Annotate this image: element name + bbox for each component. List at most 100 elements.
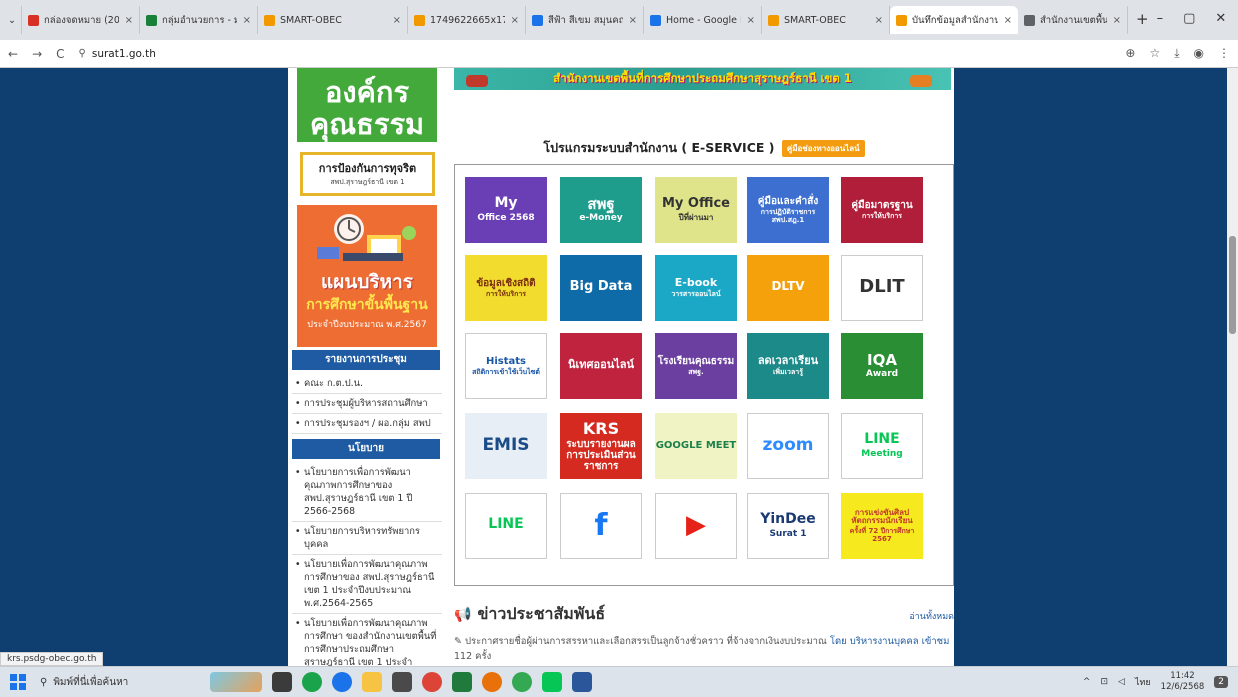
chat-icon[interactable] [302,672,322,692]
scrollbar-thumb[interactable] [1229,236,1236,334]
close-window-button[interactable]: ✕ [1215,6,1226,32]
widget-icon[interactable] [210,672,262,692]
minimize-button[interactable]: – [1157,6,1164,32]
tray-arrow-icon[interactable]: ^ [1083,677,1091,687]
list-item[interactable]: การประชุมรองฯ / ผอ.กลุ่ม สพป [292,414,442,434]
language-indicator[interactable]: ไทย [1135,675,1151,689]
browser-tab[interactable]: กล่องจดหมาย (208) - × [22,6,140,34]
zoom-icon[interactable]: ⊕ [1125,46,1135,61]
list-item[interactable]: นโยบายเพื่อการพัฒนาคุณภาพการศึกษา ของสำน… [292,614,442,666]
policy-list: นโยบายการเพื่อการพัฒนาคุณภาพการศึกษาของ … [292,463,442,666]
tile-dltv[interactable]: DLTV [747,255,829,321]
tab-close-icon[interactable]: × [1107,15,1121,26]
tile-big-data[interactable]: Big Data [560,255,642,321]
plan-line3: ประจำปีงบประมาณ พ.ศ.2567 [307,320,427,330]
anti-corruption-banner[interactable]: การป้องกันการทุจริต สพป.สุราษฎร์ธานี เขต… [300,152,435,196]
tab-close-icon[interactable]: × [505,15,519,26]
browser-tab[interactable]: กลุ่มอำนวยการ - มูลกา× [140,6,258,34]
line-app-icon[interactable] [542,672,562,692]
browser-tab[interactable]: บันทึกข้อมูลสำนักงาน × [890,6,1018,34]
file-explorer-icon[interactable] [362,672,382,692]
tile-sublabel: สพฐ. [688,367,704,376]
clock[interactable]: 11:42 12/6/2568 [1161,671,1205,693]
browser-tab[interactable]: 1749622665x176728× [408,6,526,34]
forward-icon[interactable]: → [32,47,42,61]
tile-histats[interactable]: Histats สถิติการเข้าใช้เว็บไซต์ [465,333,547,399]
tab-close-icon[interactable]: × [387,15,401,26]
tab-close-icon[interactable]: × [119,15,133,26]
list-item[interactable]: การประชุมผู้บริหารสถานศึกษา [292,394,442,414]
tile-manual-orders[interactable]: คู่มือและคำสั่ง การปฏิบัติราชการ สพป.สฎ.1 [747,177,829,243]
tab-list-button[interactable]: ⌄ [4,6,22,34]
reload-icon[interactable]: C [56,47,64,61]
tab-close-icon[interactable]: × [237,15,251,26]
browser-tab[interactable]: Home - Google Drive× [644,6,762,34]
tile-youtube[interactable]: ▶ [655,493,737,559]
menu-icon[interactable]: ⋮ [1218,46,1230,61]
eservice-title: โปรแกรมระบบสำนักงาน ( E-SERVICE ) [543,140,775,155]
word-icon[interactable] [572,672,592,692]
tile-facebook[interactable]: f [560,493,642,559]
tile-service-statistics[interactable]: ข้อมูลเชิงสถิติ การให้บริการ [465,255,547,321]
mail-icon[interactable] [392,672,412,692]
news-item[interactable]: ✎ ประกาศรายชื่อผู้ผ่านการสรรหาและเลือกสร… [454,634,954,664]
tile-line[interactable]: LINE [465,493,547,559]
maximize-button[interactable]: ▢ [1183,6,1195,32]
new-tab-button[interactable]: + [1128,6,1157,32]
tab-close-icon[interactable]: × [741,15,755,26]
tile-emis[interactable]: EMIS [465,413,547,479]
network-icon[interactable]: ⊡ [1100,677,1108,687]
tile-krs[interactable]: KRS ระบบรายงานผลการประเมินส่วนราชการ [560,413,642,479]
tile-moral-school[interactable]: โรงเรียนคุณธรรม สพฐ. [655,333,737,399]
excel-icon[interactable] [452,672,472,692]
tile-iqa-award[interactable]: IQA Award [841,333,923,399]
tile-zoom[interactable]: zoom [747,413,829,479]
tile-my-office-past[interactable]: My Office ปีที่ผ่านมา [655,177,737,243]
site-info-icon[interactable]: ⚲ [79,48,86,59]
bookmark-star-icon[interactable]: ☆ [1149,46,1160,61]
list-item[interactable]: นโยบายการบริหารทรัพยากรบุคคล [292,522,442,555]
back-icon[interactable]: ← [8,47,18,61]
tile-online-supervision[interactable]: นิเทศออนไลน์ [560,333,642,399]
tab-close-icon[interactable]: × [869,15,883,26]
taskbar-search[interactable]: ⚲ พิมพ์ที่นี่เพื่อค้นหา [40,675,200,690]
education-plan-banner[interactable]: แผนบริหาร การศึกษาขั้นพื้นฐาน ประจำปีงบป… [297,205,437,347]
volume-icon[interactable]: ◁ [1118,677,1125,687]
download-icon[interactable]: ⤓ [1174,46,1179,61]
browser-tab[interactable]: สีฟ้า สีเขม สมุนคณ ก้× [526,6,644,34]
tab-close-icon[interactable]: × [623,15,637,26]
edge-icon[interactable] [332,672,352,692]
eservice-manual-badge[interactable]: คู่มือช่องทางออนไลน์ [781,140,865,157]
list-item[interactable]: คณะ ก.ต.ป.น. [292,374,442,394]
tile-google-meet[interactable]: GOOGLE MEET [655,413,737,479]
page-scrollbar[interactable] [1227,68,1238,666]
list-item[interactable]: นโยบายเพื่อการพัฒนาคุณภาพการศึกษาของ สพป… [292,555,442,614]
tab-title: สำนักงานเขตพื้นที่การศึ [1040,14,1107,26]
tile-yindee[interactable]: YinDee Surat 1 [747,493,829,559]
browser-tab[interactable]: SMART-OBEC × [762,6,890,34]
firefox-icon[interactable] [482,672,502,692]
tab-close-icon[interactable]: × [998,15,1012,26]
profile-icon[interactable]: ◉ [1194,46,1204,61]
tile-e-money[interactable]: สพฐ e-Money [560,177,642,243]
news-read-all-link[interactable]: อ่านทั้งหมด [909,609,954,623]
tile-e-book[interactable]: E-book วารสารออนไลน์ [655,255,737,321]
tile-dlit[interactable]: DLIT [841,255,923,321]
status-url: krs.psdg-obec.go.th [0,652,104,666]
tile-my-office-2568[interactable]: My Office 2568 [465,177,547,243]
browser-tab[interactable]: SMART-OBEC × [258,6,408,34]
tile-line-meeting[interactable]: LINE Meeting [841,413,923,479]
address-bar[interactable]: ⚲ surat1.go.th [79,48,156,60]
tile-art-competition[interactable]: การแข่งขันศิลปหัตถกรรมนักเรียน ครั้งที่ 7… [841,493,923,559]
tile-service-standard[interactable]: คู่มือมาตรฐาน การให้บริการ [841,177,923,243]
url-text: surat1.go.th [91,47,156,60]
chrome-icon[interactable] [422,672,442,692]
notification-icon[interactable]: 2 [1214,676,1228,688]
task-view-icon[interactable] [272,672,292,692]
browser-tab[interactable]: สำนักงานเขตพื้นที่การศึ× [1018,6,1128,34]
moral-organization-banner[interactable]: องค์กร คุณธรรม [297,68,437,142]
list-item[interactable]: นโยบายการเพื่อการพัฒนาคุณภาพการศึกษาของ … [292,463,442,522]
windows-start-icon[interactable] [10,674,26,690]
chrome-profile-icon[interactable] [512,672,532,692]
tile-reduce-study-time[interactable]: ลดเวลาเรียน เพิ่มเวลารู้ [747,333,829,399]
